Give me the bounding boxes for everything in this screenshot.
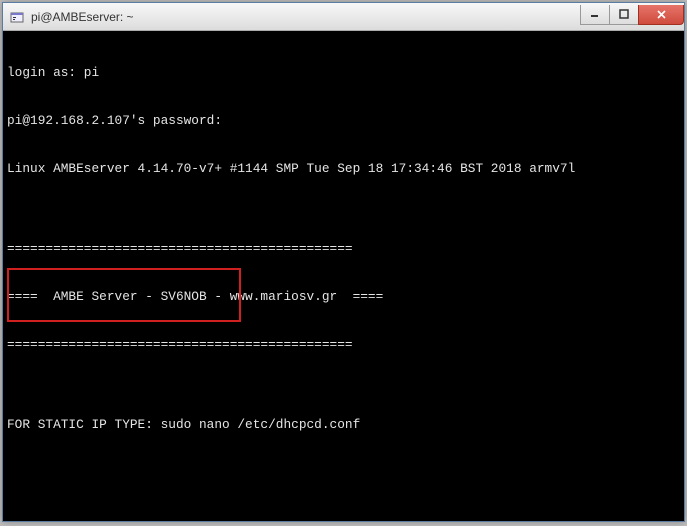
terminal-line: login as: pi bbox=[7, 65, 680, 81]
terminal-line: Linux AMBEserver 4.14.70-v7+ #1144 SMP T… bbox=[7, 161, 680, 177]
terminal-line: pi@192.168.2.107's password: bbox=[7, 113, 680, 129]
maximize-button[interactable] bbox=[609, 5, 639, 25]
terminal-line: ==== AMBE Server - SV6NOB - www.mariosv.… bbox=[7, 289, 680, 305]
window-controls bbox=[581, 5, 684, 25]
window-title: pi@AMBEserver: ~ bbox=[31, 10, 581, 24]
terminal-line: ========================================… bbox=[7, 241, 680, 257]
putty-icon bbox=[9, 9, 25, 25]
close-button[interactable] bbox=[638, 5, 684, 25]
titlebar[interactable]: pi@AMBEserver: ~ bbox=[3, 3, 684, 31]
minimize-button[interactable] bbox=[580, 5, 610, 25]
terminal-window: pi@AMBEserver: ~ login as: pi pi@192.168… bbox=[2, 2, 685, 522]
terminal-area[interactable]: login as: pi pi@192.168.2.107's password… bbox=[3, 31, 684, 521]
terminal-line: FOR STATIC IP TYPE: sudo nano /etc/dhcpc… bbox=[7, 417, 680, 433]
terminal-line: ========================================… bbox=[7, 337, 680, 353]
